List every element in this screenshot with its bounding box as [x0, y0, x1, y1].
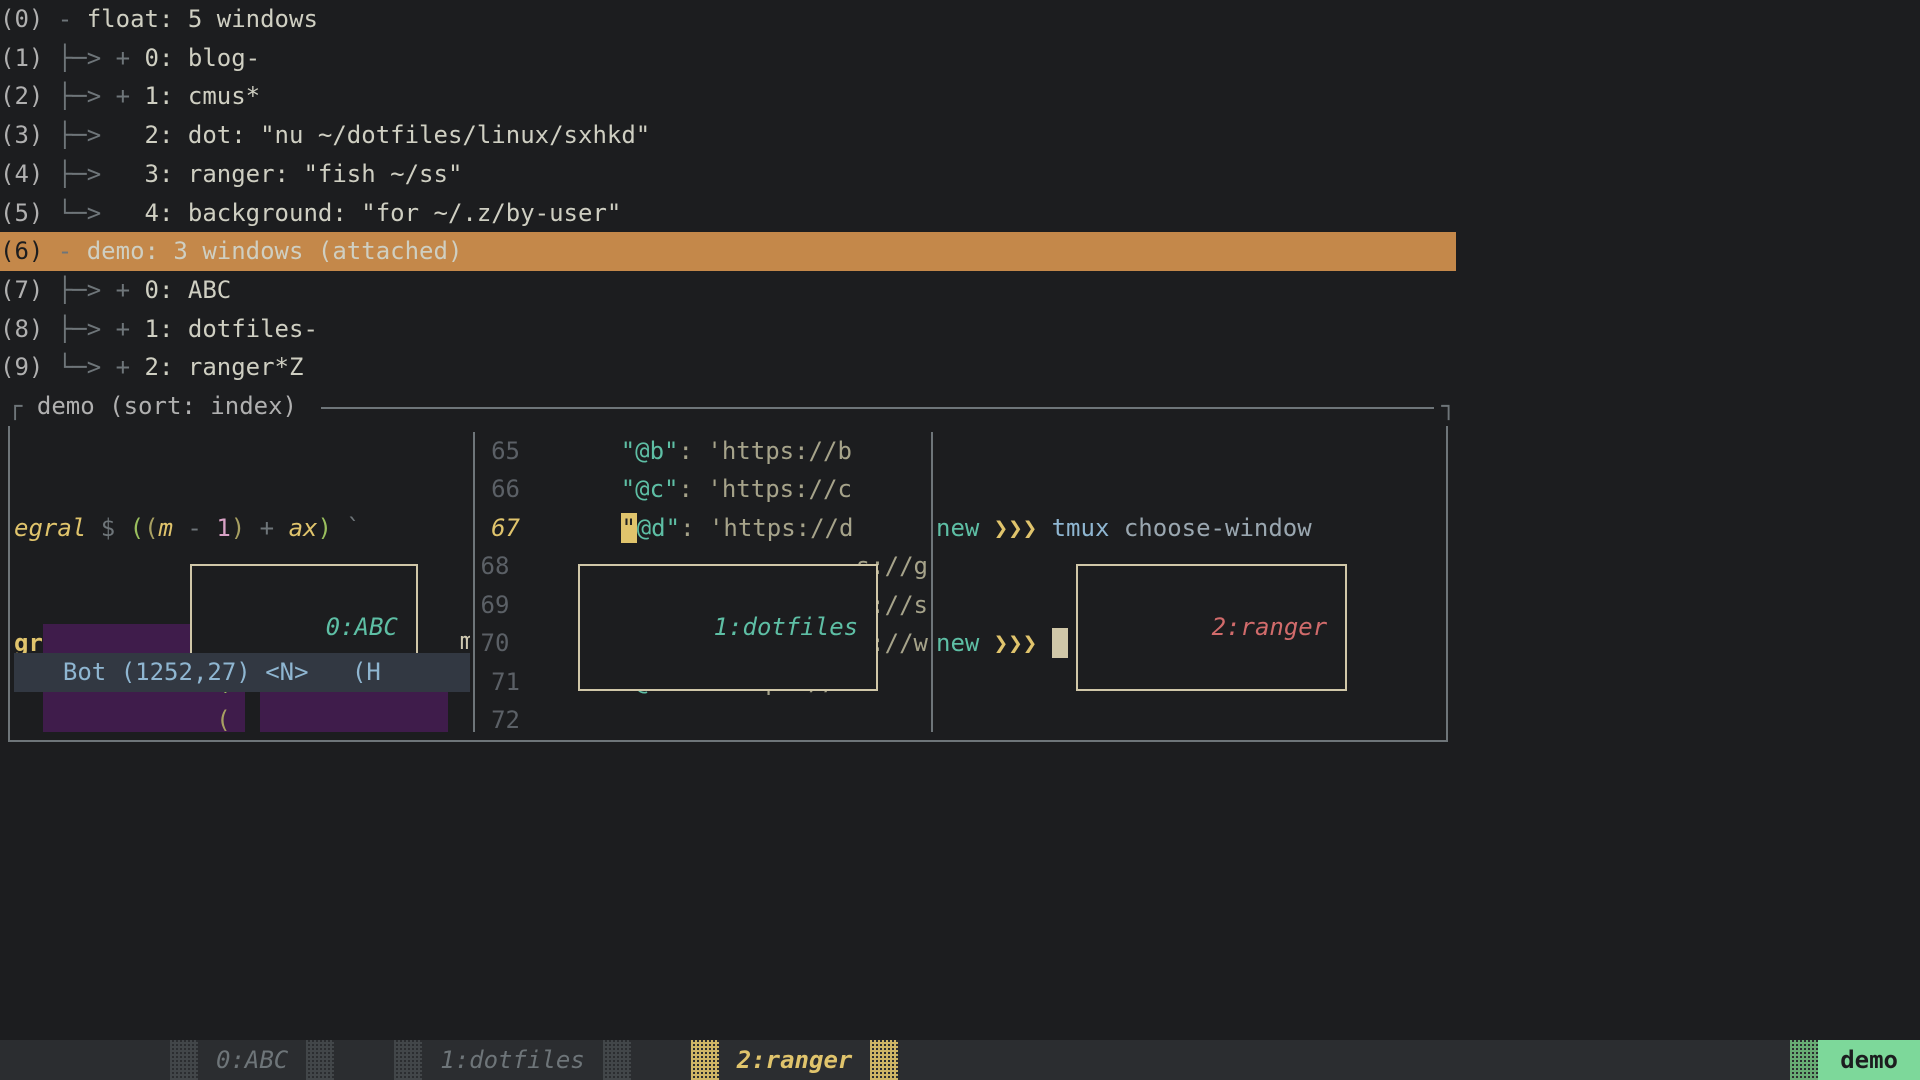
tree-index: (5): [0, 194, 43, 233]
tab-hatch-icon: [306, 1040, 334, 1080]
tree-row[interactable]: (4) ├─> 3: ranger: "fish ~/ss": [0, 155, 1456, 194]
tree-index: (8): [0, 310, 43, 349]
tree-index: (3): [0, 116, 43, 155]
line-number: 72: [478, 701, 534, 732]
shell-cursor: [1052, 628, 1068, 658]
line-number: 71: [478, 663, 534, 702]
tree-label: 0: blog-: [145, 39, 261, 78]
tab-hatch-icon: [691, 1040, 719, 1080]
line-number: 65: [478, 432, 534, 471]
line-number: 69: [478, 586, 523, 625]
tree-row[interactable]: (5) └─> 4: background: "for ~/.z/by-user…: [0, 193, 1456, 232]
preview-title: demo (sort: index): [22, 387, 311, 426]
tree-row[interactable]: (3) ├─> 2: dot: "nu ~/dotfiles/linux/sxh…: [0, 116, 1456, 155]
code-text: egral: [14, 509, 101, 548]
pane-separator: [470, 432, 478, 732]
tree-row[interactable]: (0) - float: 5 windows: [0, 0, 1456, 39]
status-session-name[interactable]: demo: [1818, 1040, 1920, 1080]
session-tree: (0) - float: 5 windows(1) ├─> + 0: blog-…: [0, 0, 1456, 387]
status-tab-2[interactable]: 2:ranger: [719, 1040, 871, 1080]
config-line: 66 "@c": 'https://c: [478, 470, 928, 509]
tmux-statusbar: 0:ABC 1:dotfiles 2:ranger demo: [0, 1040, 1920, 1080]
tree-row-selected[interactable]: (6) - demo: 3 windows (attached): [0, 232, 1456, 271]
tree-label: float: 5 windows: [87, 0, 318, 39]
tree-row[interactable]: (1) ├─> + 0: blog-: [0, 39, 1456, 78]
pane-badge-1[interactable]: 1:dotfiles: [578, 564, 878, 692]
line-number: 67: [478, 509, 534, 548]
tree-index: (7): [0, 271, 43, 310]
tree-label: 4: background: "for ~/.z/by-user": [145, 194, 622, 233]
pane-separator: [928, 432, 936, 732]
tree-index: (2): [0, 77, 43, 116]
line-number: 68: [478, 547, 523, 586]
shell-prompt: ❯❯❯: [994, 509, 1052, 548]
tree-index: (1): [0, 39, 43, 78]
tab-hatch-icon: [394, 1040, 422, 1080]
tree-row[interactable]: (7) ├─> + 0: ABC: [0, 271, 1456, 310]
preview-pane-0[interactable]: egral $ ( ( m - 1 ) + ax ) ` gral: [14, 432, 470, 732]
line-number: 70: [478, 624, 523, 663]
shell-prompt: ❯❯❯: [994, 624, 1052, 663]
tab-hatch-icon: [870, 1040, 898, 1080]
tree-label: 1: cmus*: [145, 77, 261, 116]
tree-label: 0: ABC: [145, 271, 232, 310]
tree-label: 1: dotfiles-: [145, 310, 318, 349]
status-tab-0[interactable]: 0:ABC: [198, 1040, 306, 1080]
tree-index: (4): [0, 155, 43, 194]
tree-index: (0): [0, 0, 43, 39]
session-hatch-icon: [1790, 1040, 1818, 1080]
config-line: 67 "@d": 'https://d: [478, 509, 928, 548]
tree-row[interactable]: (2) ├─> + 1: cmus*: [0, 77, 1456, 116]
tree-row[interactable]: (8) ├─> + 1: dotfiles-: [0, 310, 1456, 349]
line-number: 66: [478, 470, 534, 509]
preview-pane-2[interactable]: new ❯❯❯ tmux choose-window new ❯❯❯ 2:ran…: [936, 432, 1442, 732]
tree-label: 3: ranger: "fish ~/ss": [145, 155, 463, 194]
tree-label: 2: dot: "nu ~/dotfiles/linux/sxhkd": [145, 116, 651, 155]
tree-row[interactable]: (9) └─> + 2: ranger*Z: [0, 348, 1456, 387]
tab-hatch-icon: [603, 1040, 631, 1080]
status-tab-1[interactable]: 1:dotfiles: [422, 1040, 603, 1080]
preview-divider: ┌ demo (sort: index) ┐: [0, 387, 1456, 426]
tab-hatch-icon: [170, 1040, 198, 1080]
config-line: 72: [478, 701, 928, 732]
pane-badge-2[interactable]: 2:ranger: [1076, 564, 1347, 692]
tree-index: (9): [0, 348, 43, 387]
preview-area: egral $ ( ( m - 1 ) + ax ) ` gral: [0, 426, 1456, 742]
tree-index: (6): [0, 232, 43, 271]
tree-label: 2: ranger*Z: [145, 348, 304, 387]
editor-statusline: Bot (1252,27) <N> (H: [14, 653, 470, 692]
editor-cursor: ": [621, 513, 637, 543]
tree-label: demo: 3 windows (attached): [87, 232, 463, 271]
config-line: 65 "@b": 'https://b: [478, 432, 928, 471]
preview-pane-1[interactable]: 65 "@b": 'https://b66 "@c": 'https://c67…: [478, 432, 928, 732]
